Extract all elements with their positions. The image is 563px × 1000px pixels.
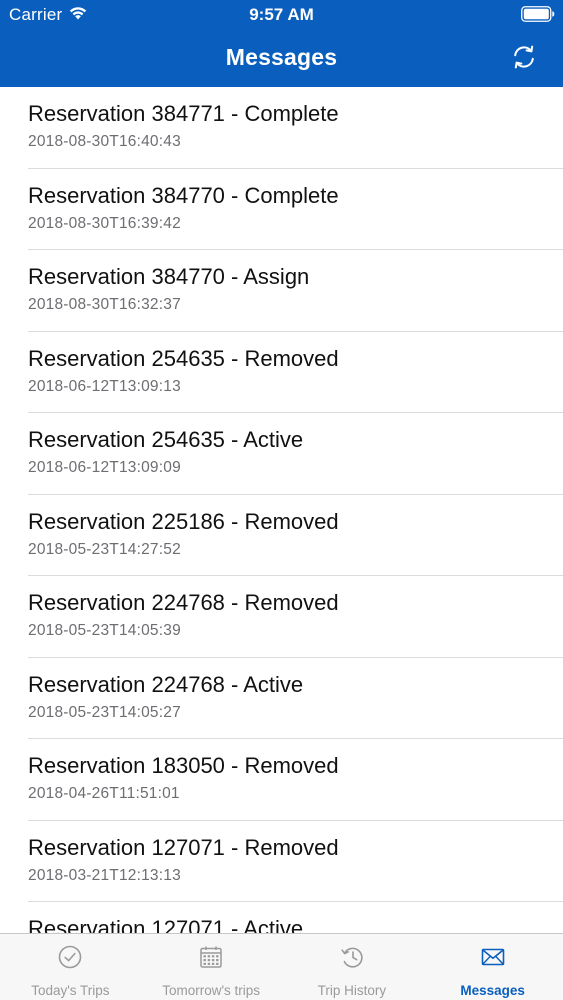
history-clock-icon bbox=[341, 947, 363, 968]
tab-label: Messages bbox=[460, 983, 525, 998]
message-title: Reservation 254635 - Active bbox=[28, 427, 304, 452]
status-time: 9:57 AM bbox=[249, 5, 314, 24]
tab-trip-history[interactable]: Trip History bbox=[282, 934, 423, 1000]
message-row[interactable]: Reservation 224768 - Active 2018-05-23T14… bbox=[0, 658, 563, 740]
calendar-icon bbox=[200, 946, 222, 968]
status-bar: Carrier 9:57 AM bbox=[0, 0, 563, 30]
battery-full-icon bbox=[521, 6, 555, 22]
message-timestamp: 2018-08-30T16:32:37 bbox=[28, 296, 181, 313]
message-row[interactable]: Reservation 254635 - Removed 2018-06-12T1… bbox=[0, 332, 563, 414]
message-row[interactable]: Reservation 183050 - Removed 2018-04-26T1… bbox=[0, 739, 563, 821]
message-title: Reservation 384770 - Assign bbox=[28, 264, 310, 289]
message-title: Reservation 224768 - Removed bbox=[28, 590, 339, 615]
tab-label: Tomorrow's trips bbox=[162, 983, 261, 998]
refresh-icon[interactable] bbox=[510, 43, 538, 71]
tab-bar: Today's Trips Tomorrow's trips Trip Histor… bbox=[0, 933, 563, 1000]
message-row[interactable]: Reservation 224768 - Removed 2018-05-23T1… bbox=[0, 576, 563, 658]
tab-label: Today's Trips bbox=[31, 983, 110, 998]
message-title: Reservation 225186 - Removed bbox=[28, 508, 339, 534]
navigation-header: Carrier 9:57 AM Messages bbox=[0, 0, 563, 87]
message-row[interactable]: Reservation 127071 - Removed 2018-03-21T1… bbox=[0, 821, 563, 903]
tab-label: Trip History bbox=[317, 983, 387, 998]
message-timestamp: 2018-04-26T11:51:01 bbox=[28, 785, 180, 802]
message-timestamp: 2018-06-12T13:09:13 bbox=[28, 377, 181, 395]
check-circle-icon bbox=[59, 945, 82, 969]
message-timestamp: 2018-08-30T16:40:43 bbox=[28, 133, 181, 150]
message-title: Reservation 384770 - Complete bbox=[28, 182, 339, 208]
message-timestamp: 2018-05-23T14:05:39 bbox=[28, 622, 181, 639]
message-title: Reservation 183050 - Removed bbox=[28, 753, 339, 778]
message-row[interactable]: Reservation 254635 - Active 2018-06-12T13… bbox=[0, 413, 563, 495]
message-timestamp: 2018-03-21T12:13:13 bbox=[28, 866, 181, 884]
tab-today-s-trips[interactable]: Today's Trips bbox=[0, 934, 141, 1000]
envelope-icon bbox=[481, 948, 504, 966]
tab-messages[interactable]: Messages bbox=[422, 934, 563, 1000]
message-row[interactable]: Reservation 384770 - Assign 2018-08-30T16… bbox=[0, 250, 563, 332]
message-title: Reservation 254635 - Removed bbox=[28, 345, 339, 371]
message-list[interactable]: Reservation 384771 - Complete 2018-08-30T… bbox=[0, 87, 563, 933]
message-timestamp: 2018-05-23T14:27:52 bbox=[28, 540, 181, 558]
messages-screen: Carrier 9:57 AM Messages Reservation 384… bbox=[0, 0, 563, 1000]
message-row[interactable]: Reservation 384770 - Complete 2018-08-30T… bbox=[0, 169, 563, 251]
tab-tomorrow-s-trips[interactable]: Tomorrow's trips bbox=[141, 934, 282, 1000]
message-row[interactable]: Reservation 225186 - Removed 2018-05-23T1… bbox=[0, 495, 563, 577]
message-title: Reservation 127071 - Removed bbox=[28, 834, 339, 860]
message-row[interactable]: Reservation 384771 - Complete 2018-08-30T… bbox=[0, 87, 563, 169]
page-title: Messages bbox=[225, 44, 338, 70]
message-timestamp: 2018-06-12T13:09:09 bbox=[28, 459, 181, 476]
message-title: Reservation 384771 - Complete bbox=[28, 101, 339, 126]
message-title: Reservation 224768 - Active bbox=[28, 671, 304, 697]
message-timestamp: 2018-05-23T14:05:27 bbox=[28, 703, 181, 721]
message-timestamp: 2018-08-30T16:39:42 bbox=[28, 214, 181, 232]
message-title: Reservation 127071 - Active bbox=[28, 916, 304, 933]
message-row[interactable]: Reservation 127071 - Active bbox=[0, 902, 563, 933]
